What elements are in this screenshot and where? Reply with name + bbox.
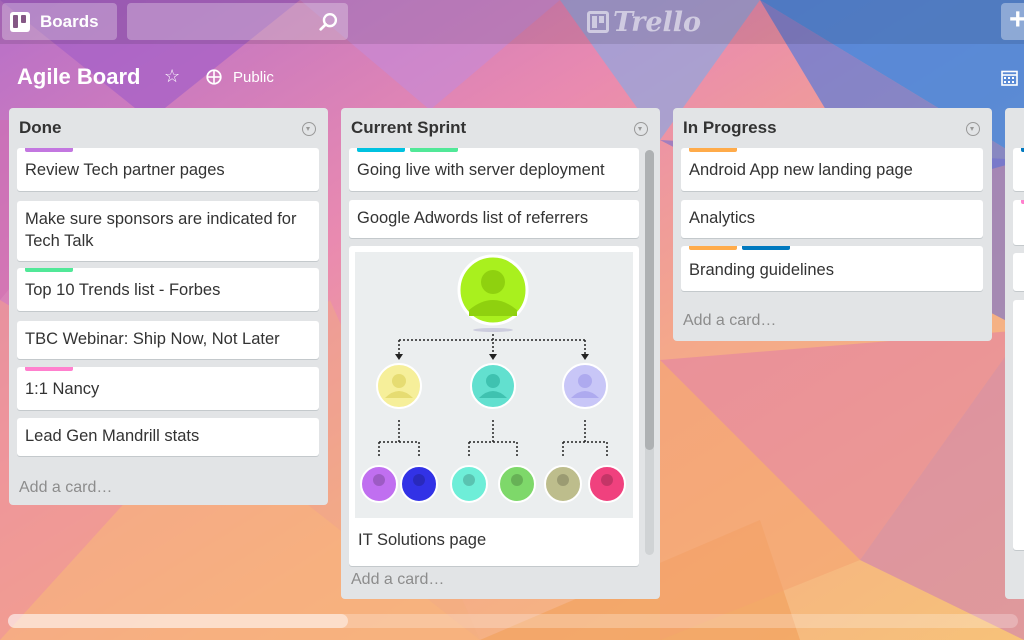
card-label-orange xyxy=(689,246,737,250)
add-card-link[interactable]: Add a card… xyxy=(683,312,776,330)
card-label-blue xyxy=(742,246,790,250)
card-label-orange xyxy=(689,148,737,152)
card[interactable] xyxy=(1013,200,1024,245)
list-done: Done Review Tech partner pages Make sure… xyxy=(9,108,328,505)
visibility-label: Public xyxy=(233,68,274,86)
card-title: Google Adwords list of referrers xyxy=(357,209,589,227)
card-title: Top 10 Trends list - Forbes xyxy=(25,281,221,299)
search-input[interactable] xyxy=(127,3,307,40)
card[interactable]: IT Solutions page xyxy=(349,246,639,566)
search-box[interactable] xyxy=(127,3,348,40)
trello-logo[interactable]: Trello xyxy=(587,6,702,38)
list-title[interactable]: Done xyxy=(19,118,62,138)
card[interactable] xyxy=(1013,300,1024,550)
card[interactable]: Google Adwords list of referrers xyxy=(349,200,639,238)
card-cover-image xyxy=(355,252,633,518)
calendar-icon[interactable] xyxy=(1001,70,1018,86)
boards-label: Boards xyxy=(40,11,99,31)
card[interactable] xyxy=(1013,253,1024,291)
card-title: Android App new landing page xyxy=(689,161,913,179)
card-label-pink xyxy=(25,367,73,371)
card[interactable]: Branding guidelines xyxy=(681,246,983,291)
card-label-green xyxy=(25,268,73,272)
visibility-button[interactable]: Public xyxy=(205,68,274,86)
card-title: Going live with server deployment xyxy=(357,161,605,179)
add-button[interactable]: + xyxy=(1001,3,1024,40)
card-title: Analytics xyxy=(689,209,756,227)
search-icon[interactable] xyxy=(318,11,340,33)
board-scrollbar[interactable] xyxy=(8,614,1018,628)
boards-button[interactable]: Boards xyxy=(2,3,117,40)
card-label-cyan xyxy=(357,148,405,152)
card[interactable]: Analytics xyxy=(681,200,983,238)
add-card-link[interactable]: Add a card… xyxy=(351,571,444,589)
card-title: Lead Gen Mandrill stats xyxy=(25,427,200,445)
card[interactable]: TBC Webinar: Ship Now, Not Later xyxy=(17,321,319,359)
list-title[interactable]: In Progress xyxy=(683,118,777,138)
card[interactable]: Make sure sponsors are indicated for Tec… xyxy=(17,201,319,261)
top-bar: Boards Trello + xyxy=(0,0,1024,44)
card[interactable]: Review Tech partner pages xyxy=(17,148,319,191)
board-title[interactable]: Agile Board xyxy=(17,64,140,90)
list-menu-icon[interactable] xyxy=(634,122,648,136)
list-menu-icon[interactable] xyxy=(302,122,316,136)
trello-logo-icon xyxy=(587,11,609,33)
card[interactable]: Android App new landing page xyxy=(681,148,983,191)
star-icon[interactable]: ☆ xyxy=(164,66,180,87)
list-menu-icon[interactable] xyxy=(966,122,980,136)
trello-logo-text: Trello xyxy=(613,6,702,38)
globe-icon xyxy=(206,69,222,85)
list-scrollbar[interactable] xyxy=(645,150,654,555)
boards-icon xyxy=(10,11,30,32)
list-in-progress: In Progress Android App new landing page… xyxy=(673,108,992,341)
list-scrollbar-thumb[interactable] xyxy=(645,150,654,450)
list-title[interactable]: Current Sprint xyxy=(351,118,466,138)
card-title: Make sure sponsors are indicated for Tec… xyxy=(25,210,297,250)
card[interactable] xyxy=(1013,148,1024,191)
card-label-purple xyxy=(25,148,73,152)
card-title: TBC Webinar: Ship Now, Not Later xyxy=(25,330,280,348)
card[interactable]: Going live with server deployment xyxy=(349,148,639,191)
add-card-link[interactable]: Add a card… xyxy=(19,479,112,497)
list-partial xyxy=(1005,108,1024,599)
card-label-green xyxy=(410,148,458,152)
card[interactable]: 1:1 Nancy xyxy=(17,367,319,410)
card-title: IT Solutions page xyxy=(358,531,487,549)
card-title: Review Tech partner pages xyxy=(25,161,225,179)
board-scrollbar-thumb[interactable] xyxy=(8,614,348,628)
list-current-sprint: Current Sprint Going live with server de… xyxy=(341,108,660,599)
card[interactable]: Lead Gen Mandrill stats xyxy=(17,418,319,456)
card[interactable]: Top 10 Trends list - Forbes xyxy=(17,268,319,311)
card-title: 1:1 Nancy xyxy=(25,380,100,398)
card-title: Branding guidelines xyxy=(689,261,834,279)
